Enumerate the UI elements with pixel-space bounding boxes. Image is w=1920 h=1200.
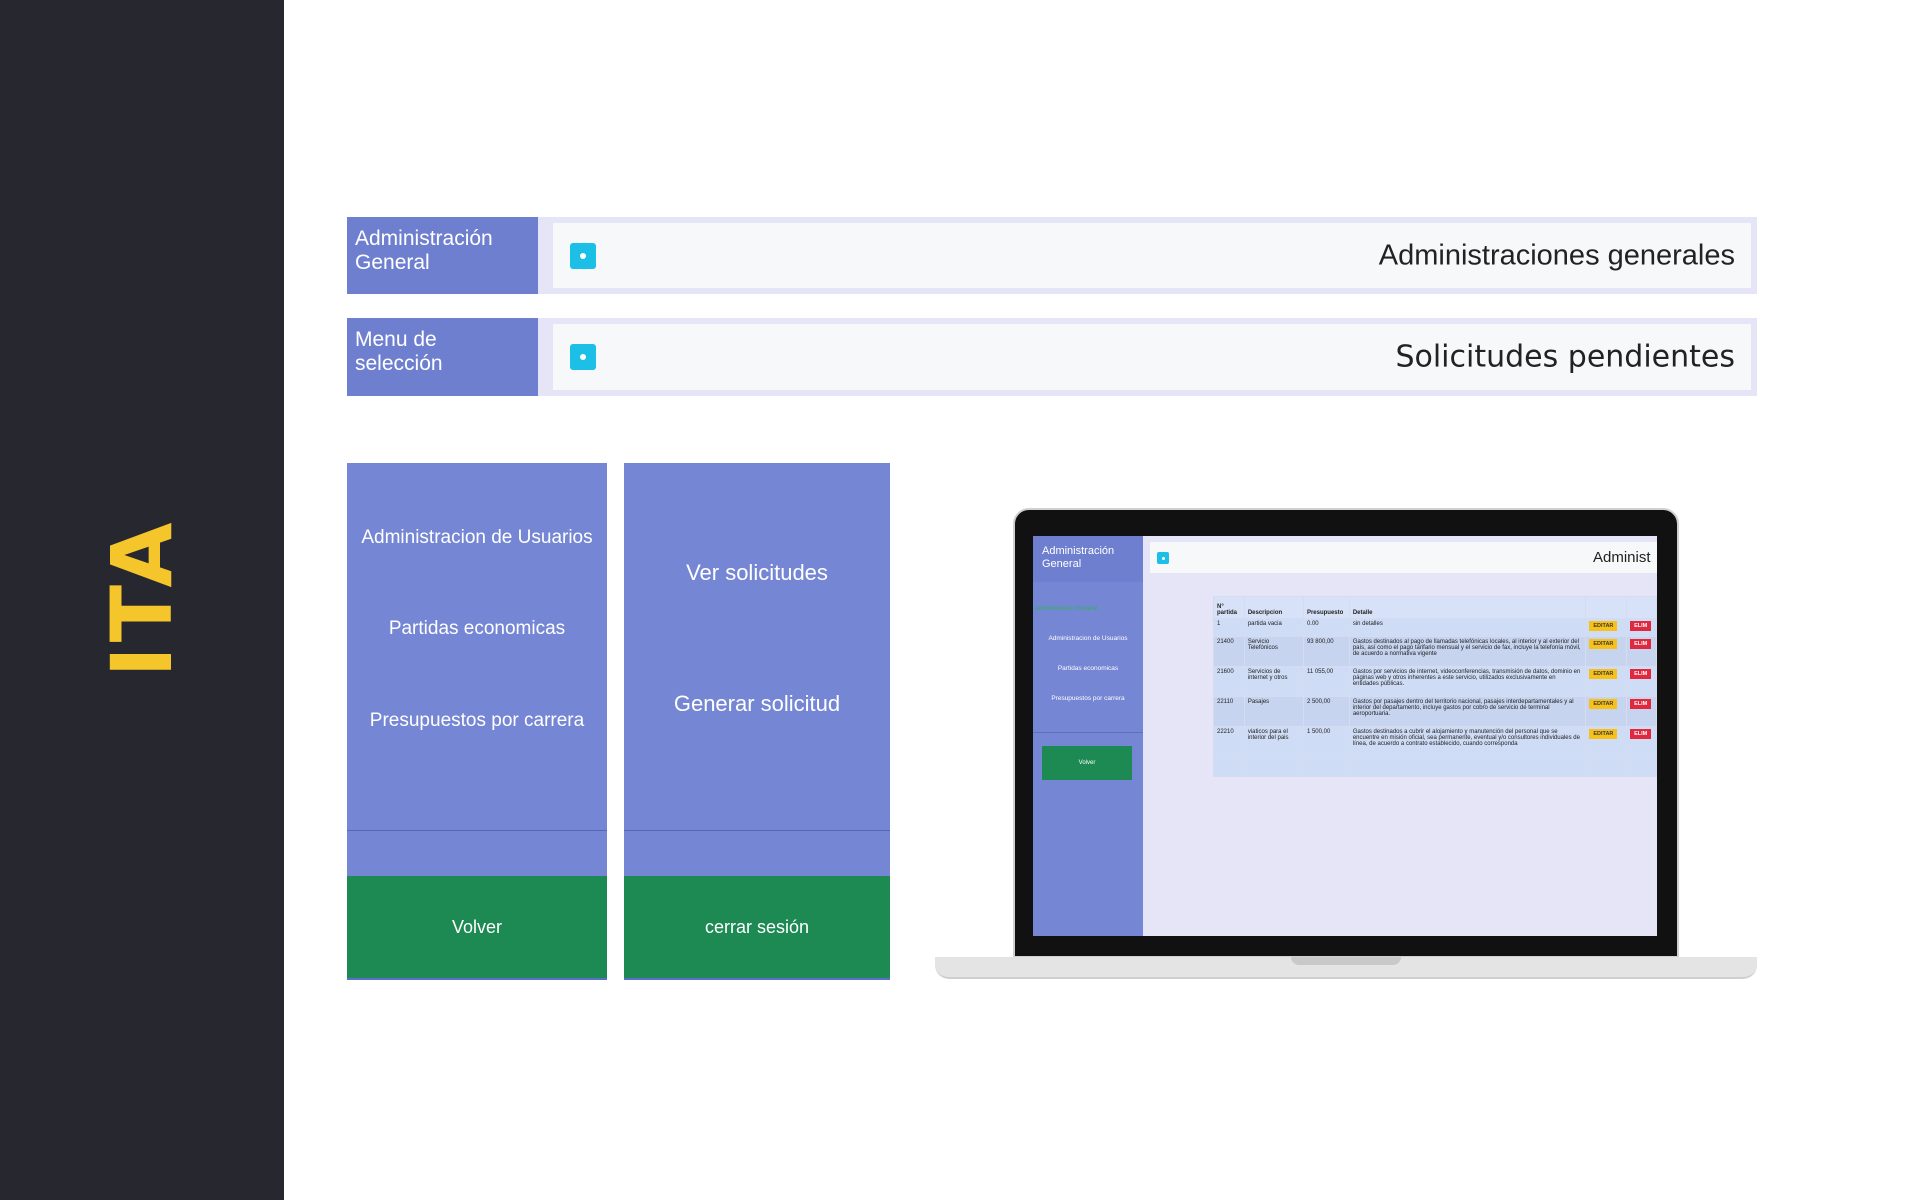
empty-cell bbox=[1348, 756, 1587, 777]
cell-descripcion: Servicio Telefónicos bbox=[1243, 636, 1304, 667]
screen-header: Administ bbox=[1150, 542, 1657, 573]
cell-delete: ELIM bbox=[1626, 636, 1657, 667]
menu-item-presupuestos-carrera[interactable]: Presupuestos por carrera bbox=[347, 710, 607, 732]
laptop-notch bbox=[1291, 957, 1401, 965]
edit-button[interactable]: EDITAR bbox=[1589, 669, 1618, 679]
slide: ITA Administración General Administracio… bbox=[0, 0, 1920, 1200]
col-header-edit bbox=[1585, 596, 1628, 619]
screen-divider bbox=[1033, 732, 1143, 733]
page-title: Solicitudes pendientes bbox=[1395, 339, 1735, 375]
empty-cell bbox=[1585, 756, 1628, 777]
cell-delete: ELIM bbox=[1626, 726, 1657, 757]
edit-button[interactable]: EDITAR bbox=[1589, 621, 1618, 631]
screen-title: Administ bbox=[1593, 549, 1651, 566]
cell-edit: EDITAR bbox=[1585, 696, 1628, 727]
table-row: 22210 viaticos para el interior del pais 1… bbox=[1213, 726, 1657, 757]
delete-button[interactable]: ELIM bbox=[1630, 621, 1652, 631]
cell-presupuesto: 2 500,00 bbox=[1302, 696, 1350, 727]
delete-button[interactable]: ELIM bbox=[1630, 699, 1652, 709]
screen-active-link[interactable]: Administración General bbox=[1035, 606, 1097, 612]
delete-button[interactable]: ELIM bbox=[1630, 729, 1652, 739]
table-row-empty bbox=[1213, 756, 1657, 777]
cell-presupuesto: 0.00 bbox=[1302, 618, 1350, 637]
screen-link-partidas[interactable]: Partidas economicas bbox=[1033, 665, 1143, 672]
col-header-partida: N° partida bbox=[1213, 596, 1245, 619]
edit-button[interactable]: EDITAR bbox=[1589, 639, 1618, 649]
edit-button[interactable]: EDITAR bbox=[1589, 729, 1618, 739]
menu-item-partidas-economicas[interactable]: Partidas economicas bbox=[347, 618, 607, 640]
table-row: 22110 Pasajes 2 500,00 Gastos por pasajes d… bbox=[1213, 696, 1657, 727]
screen-back-button[interactable]: Volver bbox=[1042, 746, 1132, 780]
cell-partida: 22110 bbox=[1213, 696, 1245, 727]
cell-edit: EDITAR bbox=[1585, 636, 1628, 667]
table-row: 1 partida vacia 0.00 sin detalles EDITAR ELIM bbox=[1213, 618, 1657, 637]
menu-item-ver-solicitudes[interactable]: Ver solicitudes bbox=[624, 560, 890, 586]
header-brand-label: Menu de selección bbox=[347, 318, 538, 396]
cell-edit: EDITAR bbox=[1585, 618, 1628, 637]
edit-button[interactable]: EDITAR bbox=[1589, 699, 1618, 709]
panel-divider bbox=[347, 830, 607, 831]
cell-partida: 21400 bbox=[1213, 636, 1245, 667]
left-sidebar-strip: ITA bbox=[0, 0, 284, 1200]
laptop-mockup: Administración General Administración Ge… bbox=[935, 508, 1757, 982]
screen-link-presupuestos[interactable]: Presupuestos por carrera bbox=[1033, 695, 1143, 702]
cell-descripcion: Servicios de internet y otros bbox=[1243, 666, 1304, 697]
header-brand-label: Administración General bbox=[347, 217, 538, 294]
table-header-row: N° partida Descripcion Presupuesto Detal… bbox=[1213, 596, 1657, 619]
screen-sidebar: Administración General Administración Ge… bbox=[1033, 536, 1143, 936]
table-row: 21600 Servicios de internet y otros 11 055… bbox=[1213, 666, 1657, 697]
cell-detalle: Gastos por pasajes dentro del territorio… bbox=[1348, 696, 1587, 727]
panel-divider bbox=[624, 830, 890, 831]
delete-button[interactable]: ELIM bbox=[1630, 639, 1652, 649]
empty-cell bbox=[1626, 756, 1657, 777]
cell-edit: EDITAR bbox=[1585, 666, 1628, 697]
header-title-box: Administraciones generales bbox=[553, 223, 1751, 288]
cell-edit: EDITAR bbox=[1585, 726, 1628, 757]
requests-menu-panel: Ver solicitudes Generar solicitud cerrar… bbox=[624, 463, 890, 980]
cell-detalle: sin detalles bbox=[1348, 618, 1587, 637]
page-title: Administraciones generales bbox=[1378, 239, 1735, 271]
cell-delete: ELIM bbox=[1626, 696, 1657, 727]
cell-presupuesto: 11 055,00 bbox=[1302, 666, 1350, 697]
admin-menu-panel: Administracion de Usuarios Partidas econ… bbox=[347, 463, 607, 980]
menu-item-administracion-usuarios[interactable]: Administracion de Usuarios bbox=[347, 527, 607, 549]
header-title-box: Solicitudes pendientes bbox=[553, 324, 1751, 390]
laptop-screen: Administración General Administración Ge… bbox=[1033, 536, 1657, 936]
empty-cell bbox=[1243, 756, 1304, 777]
delete-button[interactable]: ELIM bbox=[1630, 669, 1652, 679]
cell-delete: ELIM bbox=[1626, 618, 1657, 637]
menu-item-generar-solicitud[interactable]: Generar solicitud bbox=[624, 691, 890, 717]
slide-brand-title: ITA bbox=[93, 518, 191, 678]
logout-button[interactable]: cerrar sesión bbox=[624, 876, 890, 980]
cell-partida: 1 bbox=[1213, 618, 1245, 637]
cell-descripcion: Pasajes bbox=[1243, 696, 1304, 727]
cell-delete: ELIM bbox=[1626, 666, 1657, 697]
col-header-descripcion: Descripcion bbox=[1243, 596, 1304, 619]
cell-partida: 22210 bbox=[1213, 726, 1245, 757]
screen-brand: Administración General bbox=[1033, 536, 1143, 582]
cell-partida: 21600 bbox=[1213, 666, 1245, 697]
partidas-table: N° partida Descripcion Presupuesto Detal… bbox=[1213, 596, 1657, 777]
empty-cell bbox=[1302, 756, 1350, 777]
header-bar-administracion: Administración General Administraciones … bbox=[347, 217, 1757, 294]
table-row: 21400 Servicio Telefónicos 93 800,00 Gastos… bbox=[1213, 636, 1657, 667]
menu-toggle-icon[interactable] bbox=[570, 344, 596, 370]
empty-cell bbox=[1213, 756, 1245, 777]
cell-presupuesto: 1 500,00 bbox=[1302, 726, 1350, 757]
back-button[interactable]: Volver bbox=[347, 876, 607, 980]
screen-menu-icon[interactable] bbox=[1157, 552, 1169, 564]
cell-descripcion: viaticos para el interior del pais bbox=[1243, 726, 1304, 757]
cell-detalle: Gastos por servicios de internet, videoc… bbox=[1348, 666, 1587, 697]
header-bar-menu: Menu de selección Solicitudes pendientes bbox=[347, 318, 1757, 396]
cell-presupuesto: 93 800,00 bbox=[1302, 636, 1350, 667]
screen-link-usuarios[interactable]: Administracion de Usuarios bbox=[1033, 635, 1143, 642]
col-header-detalle: Detalle bbox=[1348, 596, 1587, 619]
col-header-delete bbox=[1626, 596, 1657, 619]
cell-detalle: Gastos destinados a cubrir el alojamient… bbox=[1348, 726, 1587, 757]
cell-descripcion: partida vacia bbox=[1243, 618, 1304, 637]
menu-toggle-icon[interactable] bbox=[570, 242, 596, 269]
cell-detalle: Gastos destinados al pago de llamadas te… bbox=[1348, 636, 1587, 667]
col-header-presupuesto: Presupuesto bbox=[1302, 596, 1350, 619]
